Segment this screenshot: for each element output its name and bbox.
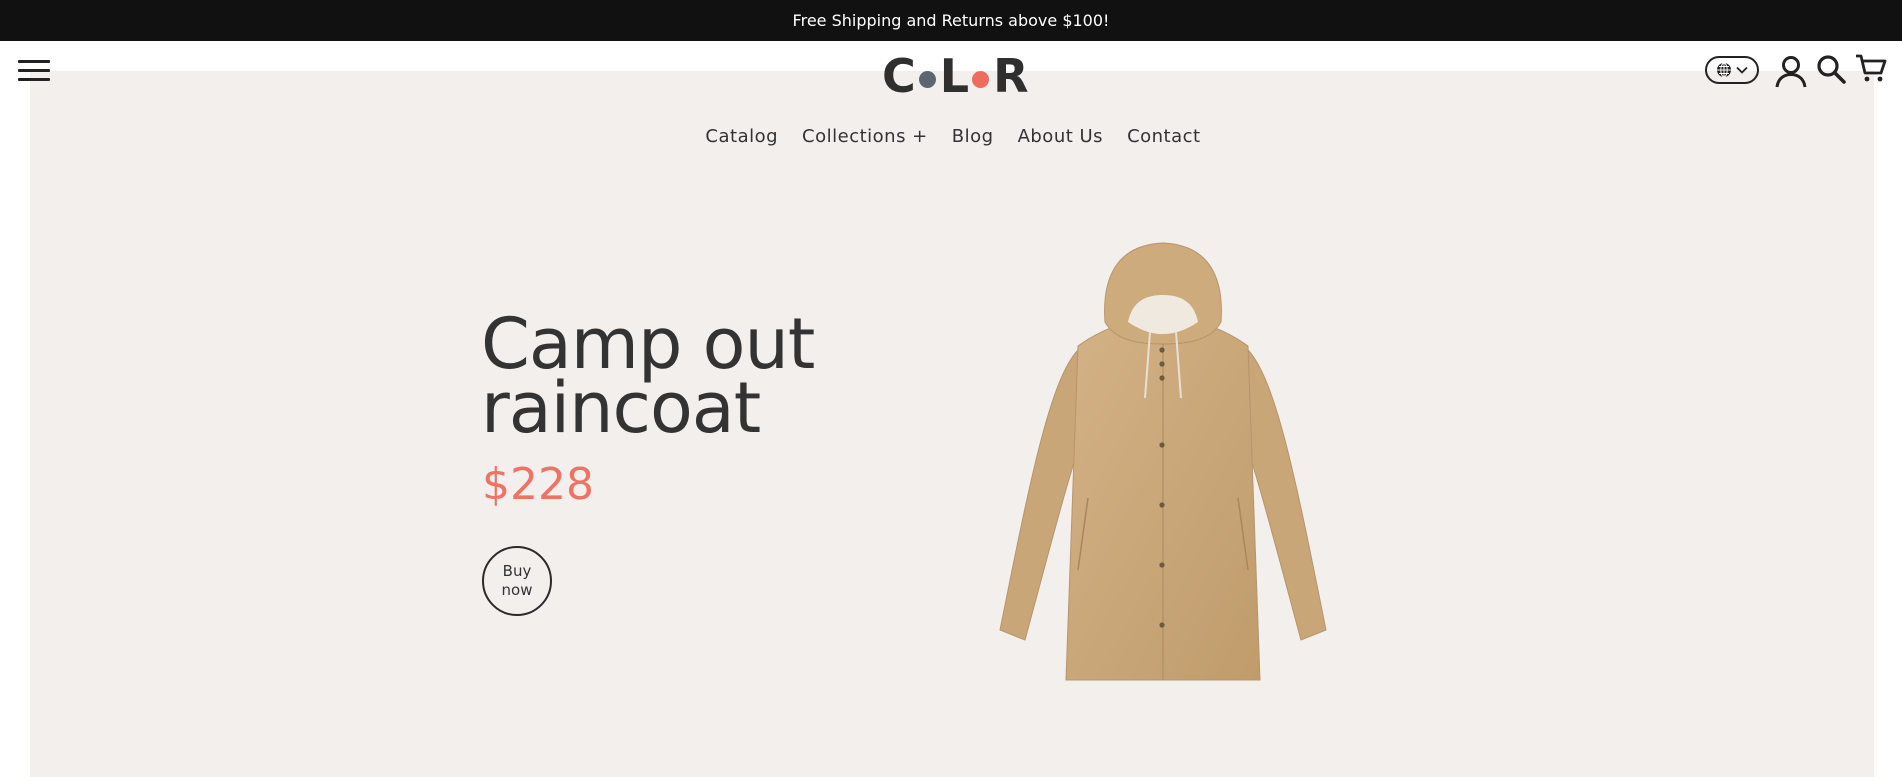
nav-item-catalog[interactable]: Catalog	[705, 126, 778, 147]
nav-item-blog[interactable]: Blog	[952, 126, 994, 147]
buy-now-button[interactable]: Buy now	[482, 546, 552, 616]
nav-item-about-us[interactable]: About Us	[1018, 126, 1104, 147]
language-selector[interactable]	[1705, 56, 1759, 84]
logo-dot-coral	[972, 70, 990, 88]
search-icon[interactable]	[1816, 54, 1846, 84]
globe-icon	[1717, 62, 1731, 78]
product-price: $228	[482, 459, 594, 510]
logo-letter-c: C	[882, 49, 916, 103]
hero-banner	[30, 71, 1874, 777]
raincoat-product-image[interactable]	[990, 240, 1336, 688]
account-icon[interactable]	[1774, 54, 1808, 88]
product-title: Camp out raincoat	[481, 309, 901, 449]
logo-letter-r: R	[993, 49, 1028, 103]
chevron-down-icon	[1736, 66, 1748, 74]
menu-icon[interactable]	[18, 58, 50, 84]
main-nav: Catalog Collections + Blog About Us Cont…	[0, 126, 1902, 147]
product-title-line: raincoat	[481, 367, 761, 449]
announcement-bar: Free Shipping and Returns above $100!	[0, 0, 1902, 41]
logo-dot-gray	[918, 70, 936, 88]
cart-icon[interactable]	[1855, 52, 1887, 84]
nav-item-contact[interactable]: Contact	[1127, 126, 1201, 147]
logo[interactable]: C L R	[882, 49, 1029, 103]
nav-item-collections[interactable]: Collections +	[802, 126, 928, 147]
announcement-text: Free Shipping and Returns above $100!	[792, 11, 1110, 30]
logo-letter-l: L	[939, 49, 969, 103]
